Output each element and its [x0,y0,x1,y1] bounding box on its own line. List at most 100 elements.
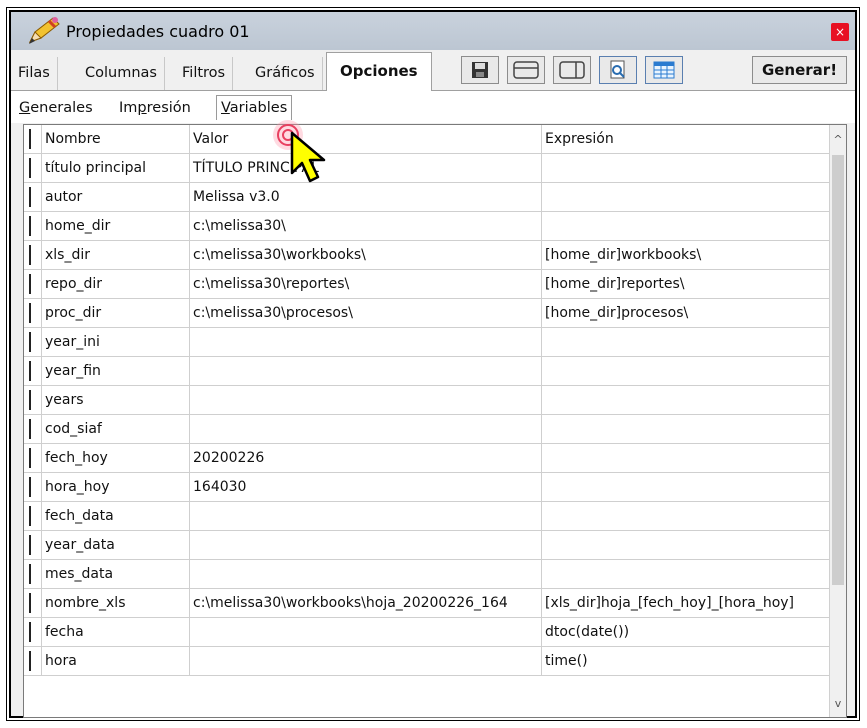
row-header-cell[interactable] [24,357,42,385]
cell-valor[interactable] [190,618,542,646]
scroll-thumb[interactable] [832,155,844,585]
table-row[interactable]: year_fin [24,357,830,386]
cell-valor[interactable]: c:\melissa30\ [190,212,542,240]
table-row[interactable]: nombre_xls c:\melissa30\workbooks\hoja_20… [24,589,830,618]
table-row[interactable]: years [24,386,830,415]
cell-nombre[interactable]: repo_dir [42,270,190,298]
tab-opciones[interactable]: Opciones [326,52,432,92]
table-row[interactable]: repo_dir c:\melissa30\reportes\ [home_dir]… [24,270,830,299]
cell-nombre[interactable]: year_ini [42,328,190,356]
header-expresion[interactable]: Expresión [542,125,830,153]
row-header-cell[interactable] [24,183,42,211]
cell-valor[interactable]: c:\melissa30\procesos\ [190,299,542,327]
cell-expresion[interactable]: [xls_dir]hoja_[fech_hoy]_[hora_hoy] [542,589,830,617]
cell-nombre[interactable]: years [42,386,190,414]
cell-expresion[interactable]: time() [542,647,830,675]
cell-nombre[interactable]: cod_siaf [42,415,190,443]
tab-graficos[interactable]: Gráficos [248,57,323,90]
cell-valor[interactable] [190,531,542,559]
tab-filtros[interactable]: Filtros [175,57,234,90]
table-row[interactable]: cod_siaf [24,415,830,444]
cell-valor[interactable]: TÍTULO PRINCIPAL [190,154,542,182]
tab-columnas[interactable]: Columnas [78,57,165,90]
scroll-down-icon[interactable]: v [830,695,846,713]
cell-nombre[interactable]: xls_dir [42,241,190,269]
row-header-cell[interactable] [24,328,42,356]
subtab-impresion[interactable]: Impresión [119,100,191,116]
cell-expresion[interactable]: [home_dir]procesos\ [542,299,830,327]
cell-nombre[interactable]: proc_dir [42,299,190,327]
cell-nombre[interactable]: fecha [42,618,190,646]
cell-valor[interactable]: 20200226 [190,444,542,472]
cell-nombre[interactable]: fech_data [42,502,190,530]
cell-nombre[interactable]: título principal [42,154,190,182]
cell-nombre[interactable]: nombre_xls [42,589,190,617]
cell-nombre[interactable]: hora [42,647,190,675]
row-header-cell[interactable] [24,444,42,472]
row-header-cell[interactable] [24,473,42,501]
row-header-cell[interactable] [24,154,42,182]
layout-stacked-button[interactable] [507,56,545,84]
cell-expresion[interactable] [542,183,830,211]
header-valor[interactable]: Valor [190,125,542,153]
cell-valor[interactable]: Melissa v3.0 [190,183,542,211]
row-header-cell[interactable] [24,212,42,240]
cell-expresion[interactable] [542,357,830,385]
preview-button[interactable] [599,56,637,84]
cell-valor[interactable] [190,357,542,385]
variables-grid[interactable]: Nombre Valor Expresión título principal T… [23,124,847,718]
row-header-cell[interactable] [24,589,42,617]
cell-valor[interactable] [190,328,542,356]
table-row[interactable]: título principal TÍTULO PRINCIPAL [24,154,830,183]
row-header-cell[interactable] [24,241,42,269]
cell-valor[interactable] [190,560,542,588]
cell-expresion[interactable]: [home_dir]reportes\ [542,270,830,298]
cell-expresion[interactable] [542,444,830,472]
cell-expresion[interactable] [542,328,830,356]
cell-expresion[interactable] [542,560,830,588]
cell-expresion[interactable] [542,386,830,414]
cell-expresion[interactable] [542,415,830,443]
table-row[interactable]: home_dir c:\melissa30\ [24,212,830,241]
row-header-cell[interactable] [24,502,42,530]
table-row[interactable]: hora_hoy 164030 [24,473,830,502]
table-row[interactable]: year_data [24,531,830,560]
table-row[interactable]: fech_data [24,502,830,531]
row-header-cell[interactable] [24,270,42,298]
cell-valor[interactable]: 164030 [190,473,542,501]
cell-valor[interactable] [190,386,542,414]
cell-expresion[interactable]: [home_dir]workbooks\ [542,241,830,269]
subtab-generales[interactable]: Generales [19,100,93,116]
header-nombre[interactable]: Nombre [42,125,190,153]
row-header-cell[interactable] [24,560,42,588]
table-row[interactable]: fech_hoy 20200226 [24,444,830,473]
cell-valor[interactable] [190,415,542,443]
row-header-cell[interactable] [24,386,42,414]
cell-expresion[interactable]: dtoc(date()) [542,618,830,646]
table-row[interactable]: proc_dir c:\melissa30\procesos\ [home_dir]… [24,299,830,328]
cell-valor[interactable]: c:\melissa30\reportes\ [190,270,542,298]
layout-columns-button[interactable] [553,56,591,84]
generate-button[interactable]: Generar! [752,56,847,84]
close-button[interactable]: × [831,23,849,41]
table-row[interactable]: mes_data [24,560,830,589]
cell-nombre[interactable]: year_data [42,531,190,559]
cell-expresion[interactable] [542,154,830,182]
row-header-cell[interactable] [24,618,42,646]
cell-nombre[interactable]: fech_hoy [42,444,190,472]
row-header-cell[interactable] [24,647,42,675]
row-header-cell[interactable] [24,415,42,443]
cell-nombre[interactable]: autor [42,183,190,211]
table-row[interactable]: fecha dtoc(date()) [24,618,830,647]
table-row[interactable]: xls_dir c:\melissa30\workbooks\ [home_dir]… [24,241,830,270]
tab-filas[interactable]: Filas [11,57,58,90]
cell-nombre[interactable]: home_dir [42,212,190,240]
save-button[interactable] [461,56,499,84]
table-button[interactable] [645,56,683,84]
row-header-cell[interactable] [24,531,42,559]
cell-expresion[interactable] [542,531,830,559]
cell-valor[interactable]: c:\melissa30\workbooks\hoja_20200226_164 [190,589,542,617]
cell-nombre[interactable]: year_fin [42,357,190,385]
table-row[interactable]: year_ini [24,328,830,357]
cell-valor[interactable]: c:\melissa30\workbooks\ [190,241,542,269]
